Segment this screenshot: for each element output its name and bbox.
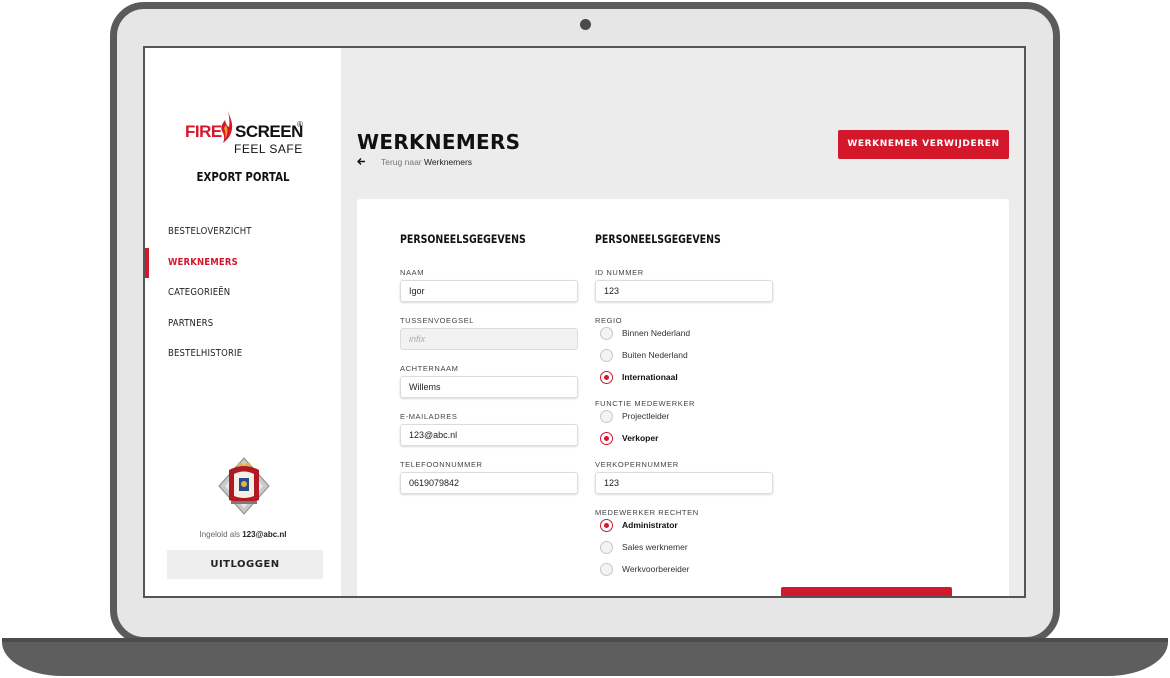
save-button[interactable] (781, 587, 952, 596)
naam-label: NAAM (400, 268, 425, 277)
telefoon-input[interactable]: 0619079842 (400, 472, 578, 494)
camera-icon (580, 19, 591, 30)
sidebar-item-bestelhistorie[interactable]: BESTELHISTORIE (145, 342, 341, 373)
achternaam-input[interactable]: Willems (400, 376, 578, 398)
verkoper-input[interactable]: 123 (595, 472, 773, 494)
logo-tagline: FEEL SAFE (234, 142, 303, 156)
achternaam-label: ACHTERNAAM (400, 364, 459, 373)
functie-radio-projectleider[interactable]: Projectleider (595, 410, 773, 424)
email-label: E-MAILADRES (400, 412, 458, 421)
rechten-radio-administrator[interactable]: Administrator (595, 519, 773, 533)
breadcrumb-link-werknemers[interactable]: Werknemers (424, 157, 472, 167)
royal-warrant-emblem-icon (218, 457, 270, 515)
sidebar-item-werknemers[interactable]: WERKNEMERS (145, 247, 341, 282)
sidebar: FIRE SCREEN ® FEEL SAFE EXPORT PORTAL BE… (145, 48, 341, 596)
flame-icon (221, 111, 233, 143)
functie-radio-verkoper[interactable]: Verkoper (595, 432, 773, 446)
sidebar-item-categorieen[interactable]: CATEGORIEËN (145, 281, 341, 312)
regio-radio-binnen[interactable]: Binnen Nederland (595, 327, 773, 341)
page-title: WERKNEMERS (357, 130, 521, 154)
verkoper-label: VERKOPERNUMMER (595, 460, 679, 469)
portal-title: EXPORT PORTAL (196, 170, 290, 184)
section-title: PERSONEELSGEGEVENS (400, 232, 526, 246)
email-input[interactable]: 123@abc.nl (400, 424, 578, 446)
id-label: ID NUMMER (595, 268, 644, 277)
delete-employee-button[interactable]: WERKNEMER VERWIJDEREN (838, 130, 1009, 159)
logged-in-info: Ingelold als 123@abc.nl (199, 530, 287, 539)
regio-radio-buiten[interactable]: Buiten Nederland (595, 349, 773, 363)
logout-button[interactable]: UITLOGGEN (167, 550, 323, 579)
functie-label: FUNCTIE MEDEWERKER (595, 399, 695, 408)
rechten-radio-werkvoorbereider[interactable]: Werkvoorbereider (595, 563, 773, 577)
laptop-base (2, 638, 1168, 676)
sidebar-nav: BESTELOVERZICHT WERKNEMERS CATEGORIEËN P… (145, 220, 341, 373)
naam-input[interactable]: Igor (400, 280, 578, 302)
regio-label: REGIO (595, 316, 623, 325)
logo-screen-text: SCREEN (235, 122, 303, 141)
sidebar-item-partners[interactable]: PARTNERS (145, 312, 341, 343)
regio-radio-internationaal[interactable]: Internationaal (595, 371, 773, 385)
logo-fire-text: FIRE (185, 122, 222, 141)
employee-form-card: PERSONEELSGEGEVENS NAAM Igor TUSSENVOEGS… (357, 199, 1009, 596)
breadcrumb: Terug naar Werknemers (381, 157, 473, 167)
rechten-label: MEDEWERKER RECHTEN (595, 508, 699, 517)
registered-mark: ® (297, 120, 303, 129)
section-title: PERSONEELSGEGEVENS (595, 232, 721, 246)
rechten-radio-sales[interactable]: Sales werknemer (595, 541, 773, 555)
firescreen-logo[interactable]: FIRE SCREEN ® FEEL SAFE (185, 108, 305, 162)
tussenvoegsel-input[interactable]: infix (400, 328, 578, 350)
arrow-left-icon[interactable] (357, 157, 366, 166)
id-input[interactable]: 123 (595, 280, 773, 302)
tussenvoegsel-label: TUSSENVOEGSEL (400, 316, 475, 325)
logged-in-user: 123@abc.nl (242, 530, 287, 539)
telefoon-label: TELEFOONNUMMER (400, 460, 483, 469)
sidebar-item-besteloverzicht[interactable]: BESTELOVERZICHT (145, 220, 341, 251)
screen: FIRE SCREEN ® FEEL SAFE EXPORT PORTAL BE… (143, 46, 1026, 598)
